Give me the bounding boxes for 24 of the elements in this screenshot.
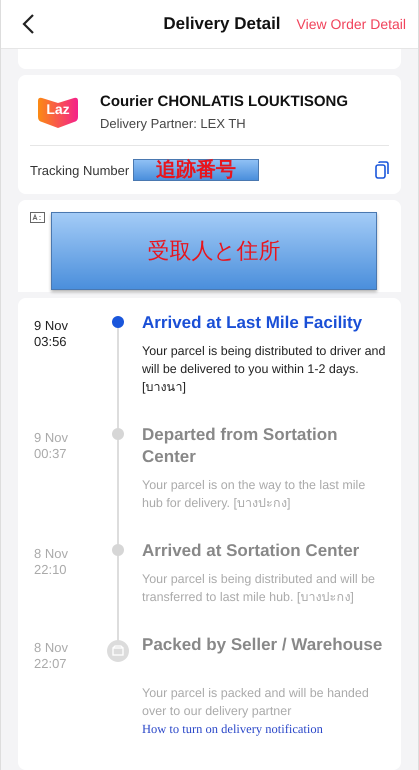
id-card-icon	[30, 212, 45, 223]
event-description: Your parcel is being distributed and will be transferred to last mile hub. [บางปะกง]	[142, 571, 376, 606]
page-title: Delivery Detail	[162, 14, 282, 34]
event-date: 9 Nov 00:37	[34, 429, 69, 463]
event-description: Your parcel is on the way to the last mile hub for delivery. [บางปะกง]	[142, 477, 366, 512]
event-description: Your parcel is packed and will be handed over to our delivery partner How to turn on delivery notification	[142, 685, 370, 738]
back-icon[interactable]	[21, 13, 35, 35]
event-date: 8 Nov 22:10	[34, 545, 69, 579]
event-date: 9 Nov 03:56	[34, 317, 69, 351]
notification-help-link[interactable]: How to turn on delivery notification	[142, 722, 323, 736]
delivery-partner: Delivery Partner: LEX TH	[100, 116, 247, 131]
event-title: Arrived at Last Mile Facility	[142, 312, 364, 334]
view-order-link[interactable]: View Order Detail	[296, 16, 406, 32]
event-title: Packed by Seller / Warehouse	[142, 634, 384, 656]
event-date: 8 Nov 22:07	[34, 639, 69, 673]
redaction-label: 受取人と住所	[51, 212, 377, 290]
courier-logo: Laz	[36, 95, 80, 129]
event-title: Arrived at Sortation Center	[142, 540, 360, 562]
redaction-label: 追跡番号	[133, 159, 260, 181]
event-description: Your parcel is being distributed to driver and will be delivered to you within 1-2 days. [บางนา]	[142, 343, 386, 396]
courier-name: Courier CHONLATIS LOUKTISONG	[100, 93, 348, 110]
event-title: Departed from Sortation Center	[142, 424, 339, 468]
tracking-label: Tracking Number	[30, 162, 130, 178]
copy-icon[interactable]	[375, 161, 389, 179]
